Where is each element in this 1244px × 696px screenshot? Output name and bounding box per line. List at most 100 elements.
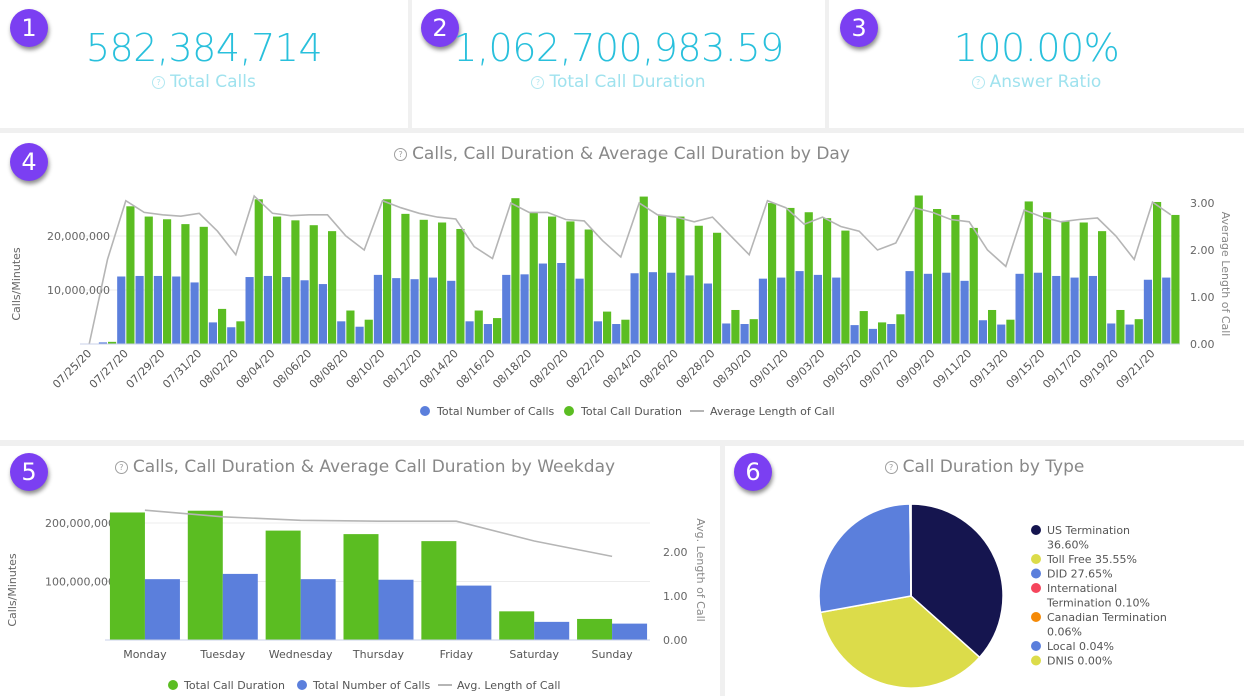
bar-total-duration [346, 310, 355, 344]
bar-total-duration [713, 232, 722, 344]
kpi-value: 1,062,700,983.59 [453, 26, 784, 70]
bar-total-calls [190, 282, 199, 344]
bar-total-calls [1033, 272, 1042, 344]
bar-total-calls [868, 328, 877, 344]
kpi-label: ? Answer Ratio [829, 72, 1244, 92]
bar-total-duration [859, 311, 868, 344]
bar-total-duration [914, 195, 923, 344]
help-icon[interactable]: ? [114, 460, 128, 474]
bar-total-duration [749, 319, 758, 344]
bar-total-calls [667, 272, 676, 344]
bar-total-calls [960, 280, 969, 344]
bar-total-duration [126, 206, 135, 344]
bar-total-calls [575, 278, 584, 344]
bar-total-calls [263, 275, 272, 344]
x-tick-label: 09/17/20 [1040, 347, 1084, 391]
legend-marker [297, 680, 307, 690]
kpi-card-total-calls: 1 582,384,714 ? Total Calls [0, 0, 408, 128]
bar-total-duration [1098, 231, 1107, 344]
y2-tick-label: 3.00 [1190, 197, 1215, 210]
bar-total-calls [612, 623, 648, 640]
bar-total-calls [1052, 275, 1061, 344]
x-tick-label: 09/21/20 [1113, 347, 1157, 391]
kpi-card-answer-ratio: 3 100.00% ? Answer Ratio [829, 0, 1244, 128]
legend-label: US Termination 36.60% [1047, 524, 1130, 552]
bar-total-duration [291, 220, 300, 344]
bar-total-calls [300, 579, 336, 640]
help-icon[interactable]: ? [531, 75, 545, 89]
bar-total-duration [566, 221, 575, 344]
x-tick-label: Saturday [509, 648, 559, 661]
bar-total-calls [1125, 324, 1134, 344]
bar-total-calls [630, 273, 639, 344]
x-tick-label: 08/24/20 [600, 347, 644, 391]
bar-total-calls [978, 320, 987, 344]
bar-total-duration [1043, 212, 1052, 344]
legend-label-line: 0.06% [1047, 626, 1082, 639]
legend-label: DID 27.65% [1047, 568, 1113, 581]
bar-total-duration [896, 314, 905, 344]
help-icon[interactable]: ? [971, 75, 985, 89]
weekday-chart-title: ? Calls, Call Duration & Average Call Dur… [10, 457, 720, 477]
kpi-value: 100.00% [953, 26, 1120, 70]
legend-label-line: Toll Free 35.55% [1046, 553, 1137, 566]
x-tick-label: 08/22/20 [563, 347, 607, 391]
bar-total-duration [823, 218, 832, 344]
legend-marker [1031, 612, 1041, 622]
bar-total-calls [144, 579, 180, 640]
help-icon[interactable]: ? [152, 75, 166, 89]
y-axis-title: Calls/Minutes [10, 247, 23, 321]
type-chart-title: ? Call Duration by Type [725, 457, 1244, 477]
bar-total-duration [639, 196, 648, 344]
bar-total-calls [208, 322, 217, 344]
bar-total-calls [1088, 275, 1097, 344]
legend-label-line: International [1047, 582, 1117, 595]
bar-total-calls [1015, 273, 1024, 344]
x-tick-label: 07/31/20 [160, 347, 204, 391]
bar-total-calls [483, 324, 492, 344]
x-tick-label: 08/30/20 [710, 347, 754, 391]
legend-label: Toll Free 35.55% [1046, 553, 1137, 566]
bar-total-duration [181, 224, 190, 344]
help-icon[interactable]: ? [394, 147, 408, 161]
bar-total-duration [273, 216, 282, 344]
x-tick-label: 07/25/20 [50, 347, 94, 391]
legend-label-line: Canadian Termination [1047, 611, 1167, 624]
kpi-label: ? Total Calls [0, 72, 408, 92]
y2-axis-title: Avg. Length of Call [694, 518, 707, 621]
bar-total-duration [401, 213, 410, 344]
bar-total-duration [218, 308, 227, 344]
bar-total-duration [694, 225, 703, 344]
legend-label: Total Number of Calls [312, 679, 431, 692]
bar-total-calls [905, 271, 914, 344]
x-tick-label: 08/02/20 [197, 347, 241, 391]
x-tick-label: Friday [440, 648, 474, 661]
x-tick-label: Sunday [591, 648, 633, 661]
bar-total-duration [328, 231, 337, 344]
bar-total-calls [245, 277, 254, 344]
bar-total-duration [676, 216, 685, 344]
x-tick-label: Monday [123, 648, 167, 661]
bar-total-duration [254, 199, 263, 344]
bar-total-calls [703, 283, 712, 344]
bar-total-calls [923, 273, 932, 344]
bar-total-calls [465, 321, 474, 344]
bar-total-calls [392, 278, 401, 344]
legend-marker [1031, 655, 1041, 666]
bar-total-calls [318, 284, 327, 344]
bar-total-duration [1134, 319, 1143, 344]
bar-total-duration [584, 229, 593, 344]
bar-total-duration [419, 219, 428, 344]
kpi-card-total-call-duration: 2 1,062,700,983.59 ? Total Call Duration [412, 0, 825, 128]
legend-marker [168, 680, 178, 690]
bar-total-duration [1171, 214, 1180, 344]
bar-total-duration [951, 214, 960, 344]
kpi-label-text: Answer Ratio [989, 72, 1102, 92]
help-icon[interactable]: ? [884, 460, 898, 474]
y2-tick-label: 2.00 [1190, 244, 1215, 257]
x-tick-label: 08/12/20 [380, 347, 424, 391]
y2-tick-label: 1.00 [663, 590, 688, 603]
bar-total-calls [428, 277, 437, 344]
bar-total-duration [621, 319, 630, 344]
bar-total-calls [832, 277, 841, 344]
